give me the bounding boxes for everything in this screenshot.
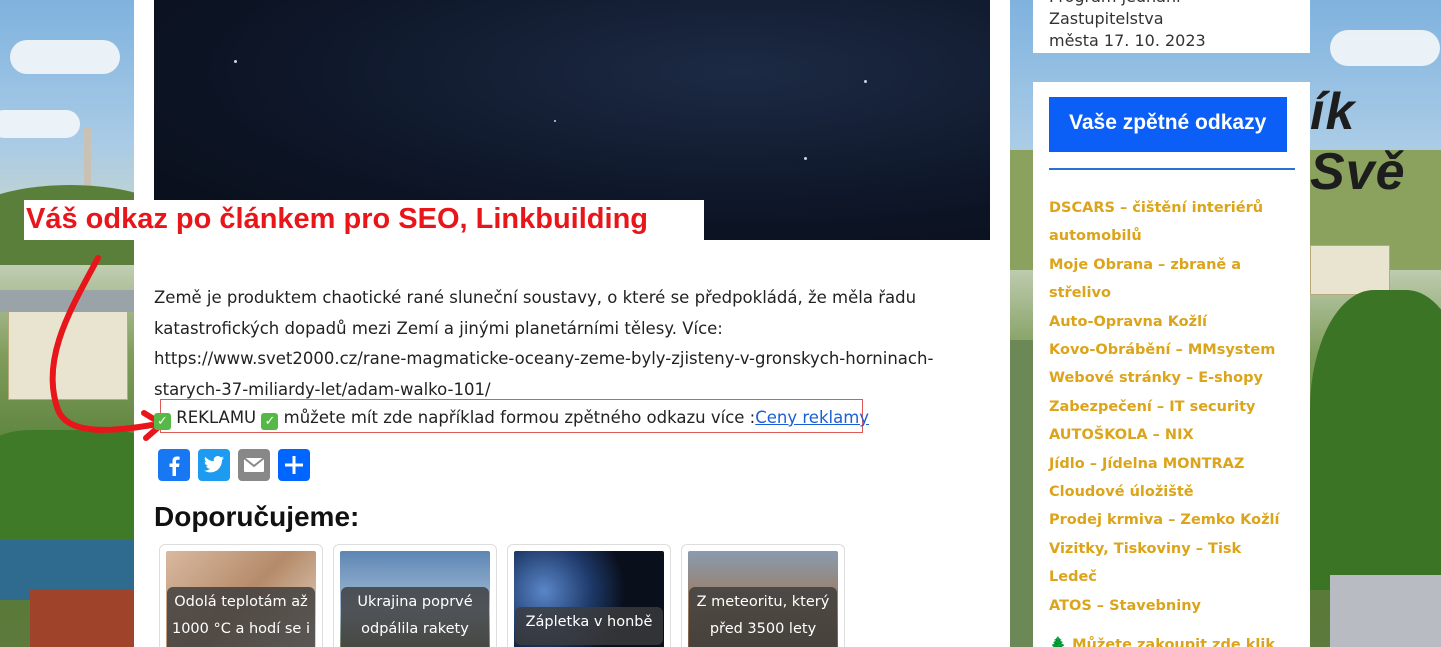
share-button[interactable] (278, 449, 310, 481)
backlinks-list: DSCARS – čištění interiérů automobilů Mo… (1049, 194, 1294, 620)
cloud (10, 40, 120, 74)
roof (1330, 575, 1441, 647)
backlink-item[interactable]: Kovo-Obrábění – MMsystem (1049, 336, 1294, 364)
divider (1049, 168, 1295, 170)
card-caption: Z meteoritu, který před 3500 lety (689, 587, 837, 647)
plus-icon (285, 456, 303, 474)
news-item-line: města 17. 10. 2023 (1049, 31, 1206, 50)
building (1310, 245, 1390, 295)
check-mark-icon: ✓ (154, 413, 171, 430)
card-caption: Ukrajina poprvé odpálila rakety (341, 587, 489, 647)
twitter-icon (203, 456, 225, 473)
tree-icon: 🌲 (1049, 637, 1068, 647)
article-paragraph: Země je produktem chaotické rané slunečn… (154, 288, 934, 399)
cloud (0, 110, 80, 138)
cloud (1330, 30, 1440, 66)
star (804, 157, 807, 160)
backlink-item[interactable]: Jídlo – Jídelna MONTRAZ (1049, 450, 1294, 478)
star (554, 120, 556, 122)
backlink-item[interactable]: Vizitky, Tiskoviny – Tisk Ledeč (1049, 535, 1294, 592)
recommend-card[interactable]: Z meteoritu, který před 3500 lety (681, 544, 845, 647)
ad-word: REKLAMU (176, 408, 257, 427)
facebook-share-button[interactable] (158, 449, 190, 481)
buy-link-text: Můžete zakoupit zde klik (1072, 637, 1275, 647)
email-share-button[interactable] (238, 449, 270, 481)
ad-pricing-link[interactable]: Ceny reklamy (755, 408, 869, 427)
recommend-heading: Doporučujeme: (154, 501, 360, 532)
sidebar-news-item[interactable]: Program jednání Zastupitelstva města 17.… (1033, 0, 1310, 53)
town-sign-text: ík Svě (1310, 83, 1406, 201)
facebook-icon (169, 456, 180, 476)
backlink-item[interactable]: AUTOŠKOLA – NIX (1049, 421, 1294, 449)
recommend-card[interactable]: Ukrajina poprvé odpálila rakety (333, 544, 497, 647)
star (234, 60, 237, 63)
ad-line: ✓ REKLAMU ✓ můžete mít zde například for… (154, 403, 874, 433)
widget-title: Vaše zpětné odkazy (1049, 97, 1288, 152)
ad-text: můžete mít zde například formou zpětného… (283, 408, 756, 427)
check-mark-icon: ✓ (261, 413, 279, 430)
backlink-item[interactable]: Moje Obrana – zbraně a střelivo (1049, 251, 1294, 308)
backlink-item[interactable]: Cloudové úložiště (1049, 478, 1294, 506)
card-caption: Odolá teplotám až 1000 °C a hodí se i (167, 587, 315, 647)
recommend-card[interactable]: Zápletka v honbě za (507, 544, 671, 647)
recommend-cards: Odolá teplotám až 1000 °C a hodí se i Uk… (159, 544, 845, 647)
recommend-card[interactable]: Odolá teplotám až 1000 °C a hodí se i (159, 544, 323, 647)
backlink-item[interactable]: DSCARS – čištění interiérů automobilů (1049, 194, 1294, 251)
backlinks-widget: Vaše zpětné odkazy DSCARS – čištění inte… (1033, 82, 1310, 647)
news-item-line: Program jednání Zastupitelstva (1049, 0, 1181, 28)
star (864, 80, 867, 83)
trees (1310, 290, 1441, 590)
email-icon (243, 457, 265, 472)
backlink-item[interactable]: Auto-Opravna Kožlí (1049, 308, 1294, 336)
backlink-item[interactable]: Zabezpečení – IT security (1049, 393, 1294, 421)
buy-link[interactable]: 🌲 Můžete zakoupit zde klik 🌲 (1049, 636, 1294, 647)
card-caption: Zápletka v honbě za (515, 607, 663, 645)
backlink-item[interactable]: Webové stránky – E-shopy (1049, 364, 1294, 392)
share-buttons (158, 449, 310, 481)
roof (30, 590, 134, 647)
backlink-item[interactable]: Prodej krmiva – Zemko Kožlí (1049, 506, 1294, 534)
backlink-item[interactable]: ATOS – Stavebniny (1049, 592, 1294, 620)
twitter-share-button[interactable] (198, 449, 230, 481)
seo-banner[interactable]: Váš odkaz po článkem pro SEO, Linkbuildi… (24, 200, 704, 240)
